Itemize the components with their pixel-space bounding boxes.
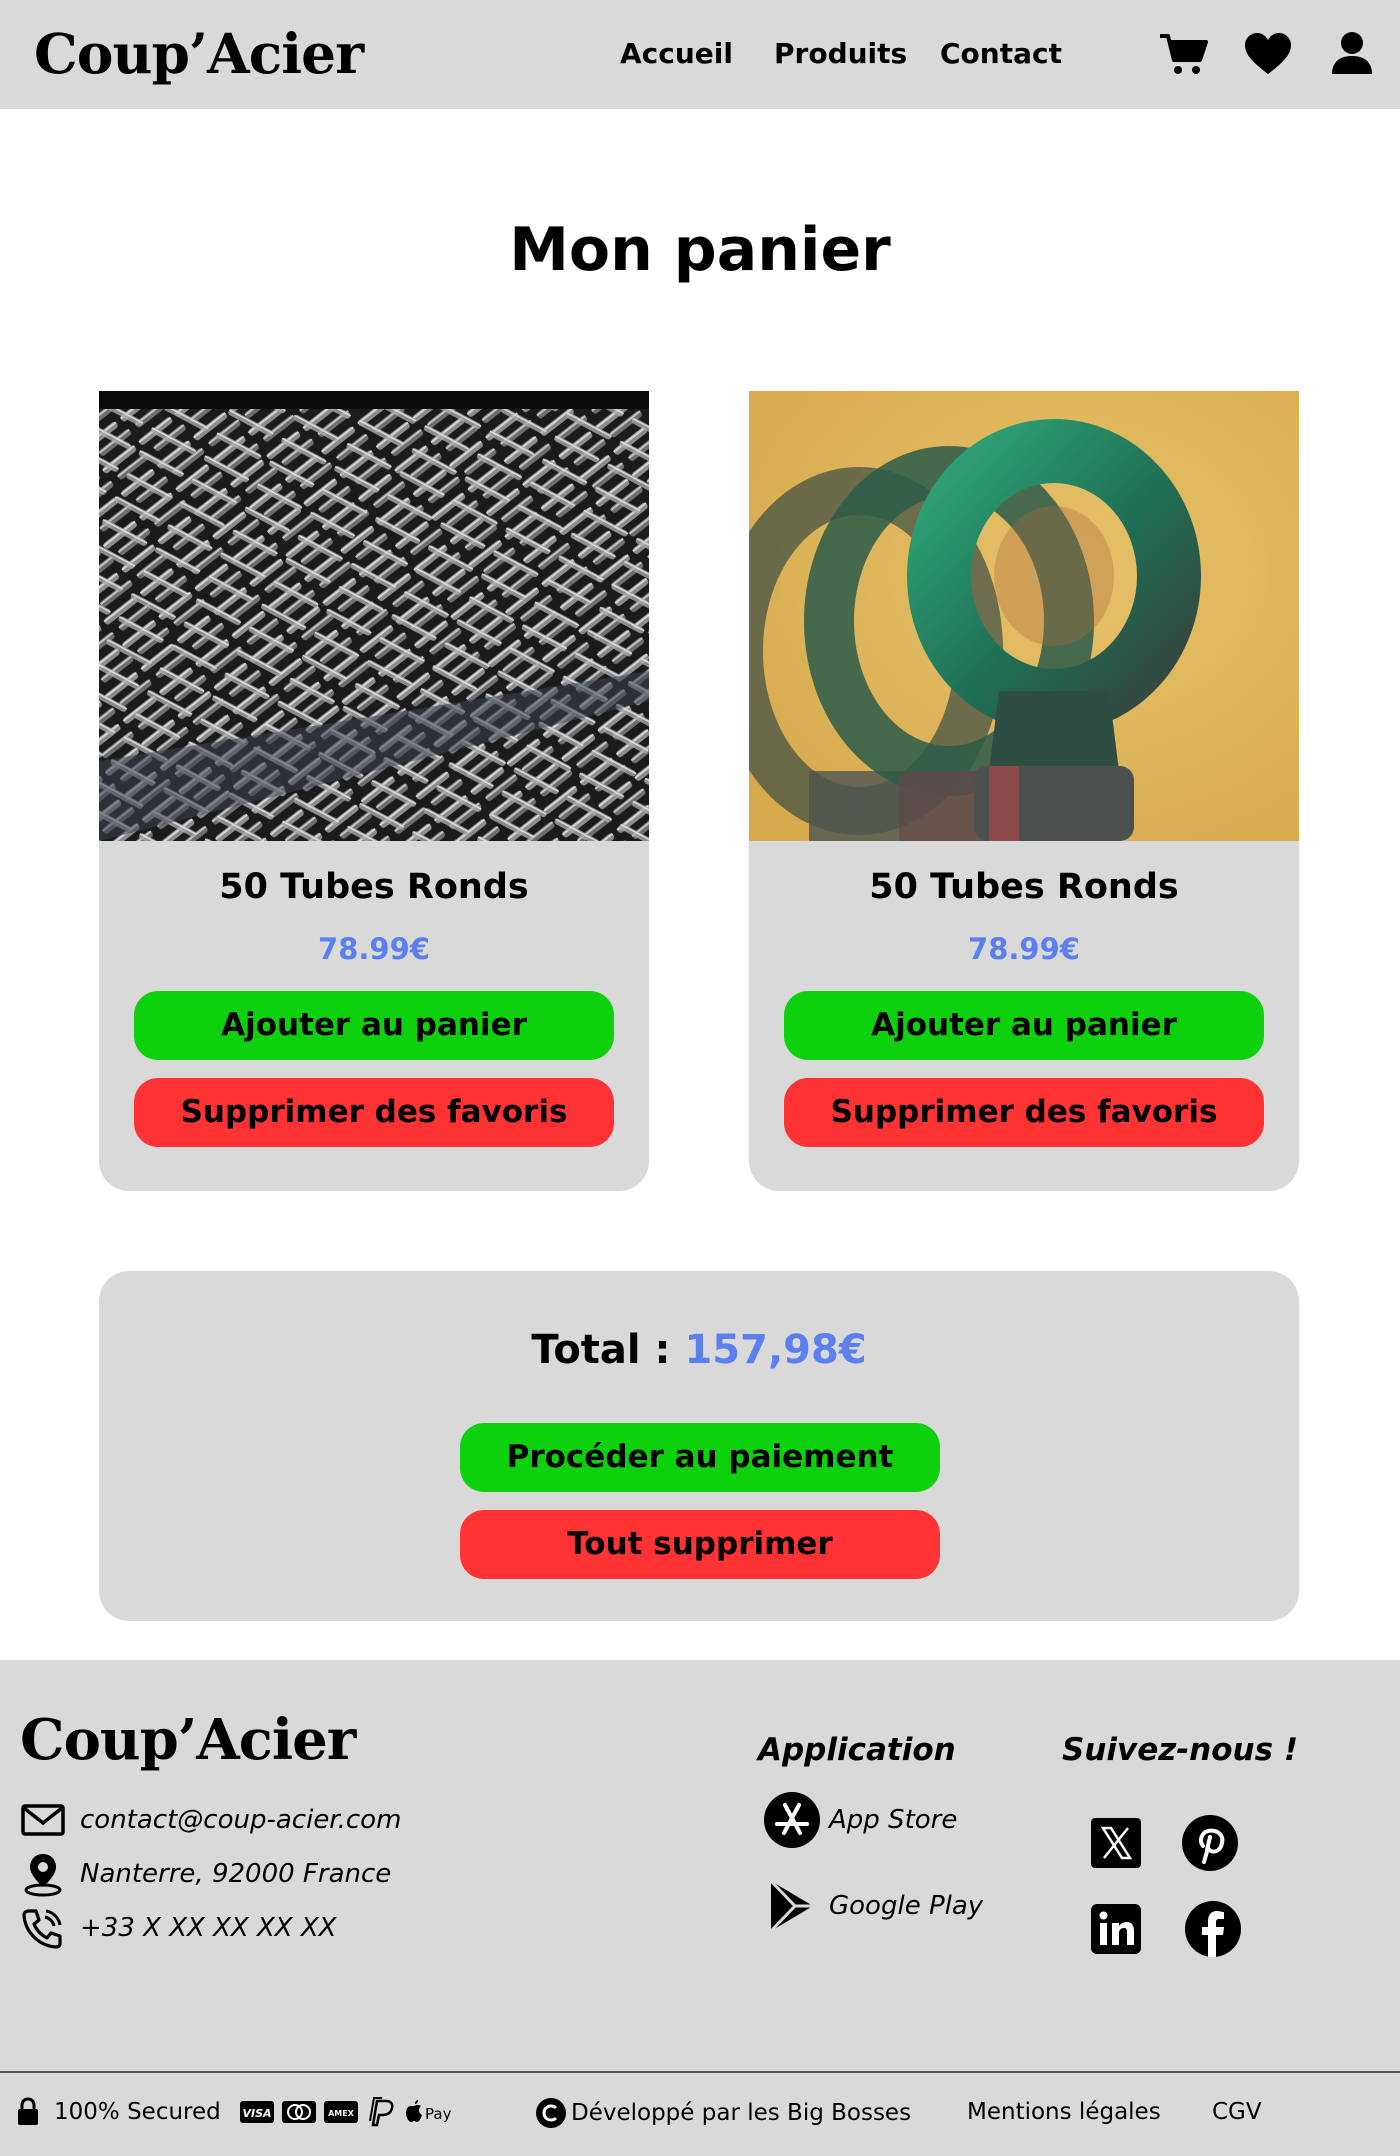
secured-label: 100% Secured (54, 2099, 221, 2125)
product-price: 78.99€ (968, 932, 1080, 966)
clear-cart-button[interactable]: Tout supprimer (460, 1510, 940, 1579)
product-price: 78.99€ (318, 932, 430, 966)
phone-icon (20, 1905, 66, 1951)
developer-credit: Développé par les Big Bosses (535, 2097, 911, 2129)
remove-favorite-button[interactable]: Supprimer des favoris (784, 1078, 1264, 1147)
google-play-label: Google Play (829, 1891, 984, 1921)
lock-icon (18, 2097, 38, 2125)
add-to-cart-button[interactable]: Ajouter au panier (784, 991, 1264, 1060)
location-pin-icon (20, 1851, 66, 1897)
google-play-icon (763, 1877, 821, 1935)
paypal-icon (368, 2097, 394, 2127)
facebook-icon[interactable] (1184, 1900, 1242, 1958)
cart-icon[interactable] (1158, 28, 1210, 80)
svg-text:Pay: Pay (425, 2105, 452, 2123)
mail-icon (20, 1797, 66, 1843)
product-image-eyebolts[interactable] (749, 391, 1299, 841)
nav-link-contact[interactable]: Contact (940, 36, 1062, 72)
site-header: Coup’Acier Accueil Produits Contact (0, 0, 1400, 109)
user-icon[interactable] (1326, 28, 1378, 80)
nav-link-produits[interactable]: Produits (774, 36, 907, 72)
brand-logo[interactable]: Coup’Acier (34, 22, 364, 86)
visa-icon: VISA (239, 2101, 274, 2123)
total-value: 157,98€ (684, 1327, 867, 1373)
footer-phone-text: +33 X XX XX XX XX (80, 1913, 337, 1943)
cart-item-card: 50 Tubes Ronds 78.99€ Ajouter au panier … (749, 391, 1299, 1191)
svg-text:AMEX: AMEX (328, 2109, 355, 2118)
social-heading: Suivez-nous ! (1062, 1732, 1298, 1768)
app-store-link[interactable]: App Store (763, 1790, 957, 1850)
site-footer: Coup’Acier contact@coup-acier.com Nanter… (0, 1660, 1400, 2156)
app-heading: Application (758, 1732, 956, 1768)
cart-summary: Total : 157,98€ Procéder au paiement Tou… (99, 1271, 1299, 1621)
footer-email[interactable]: contact@coup-acier.com (20, 1798, 401, 1842)
mastercard-icon (281, 2101, 316, 2123)
page-title: Mon panier (505, 210, 895, 290)
footer-email-text: contact@coup-acier.com (80, 1805, 402, 1835)
product-name: 50 Tubes Ronds (869, 867, 1179, 907)
footer-bottom-bar: 100% Secured VISA AMEX Pay Développé par… (0, 2073, 1400, 2156)
copyright-icon (536, 2098, 566, 2128)
apple-pay-icon: Pay (405, 2100, 452, 2123)
add-to-cart-button[interactable]: Ajouter au panier (134, 991, 614, 1060)
remove-favorite-button[interactable]: Supprimer des favoris (134, 1078, 614, 1147)
app-store-label: App Store (829, 1805, 958, 1835)
nav-link-accueil[interactable]: Accueil (620, 36, 733, 72)
product-name: 50 Tubes Ronds (219, 867, 529, 907)
amex-icon: AMEX (323, 2101, 358, 2123)
footer-location-text: Nanterre, 92000 France (80, 1859, 392, 1889)
heart-icon[interactable] (1242, 28, 1294, 80)
footer-phone[interactable]: +33 X XX XX XX XX (20, 1906, 337, 1950)
total-label: Total : (531, 1327, 685, 1373)
footer-location: Nanterre, 92000 France (20, 1851, 392, 1897)
footer-logo: Coup’Acier (20, 1707, 356, 1773)
secured-payment: 100% Secured VISA AMEX Pay (16, 2097, 453, 2127)
cart-item-card: 50 Tubes Ronds 78.99€ Ajouter au panier … (99, 391, 649, 1191)
checkout-button[interactable]: Procéder au paiement (460, 1423, 940, 1492)
svg-text:VISA: VISA (242, 2107, 271, 2120)
x-icon[interactable] (1087, 1814, 1145, 1872)
app-store-icon (763, 1791, 821, 1849)
cgv-link[interactable]: CGV (1212, 2097, 1262, 2127)
pinterest-icon[interactable] (1181, 1814, 1239, 1872)
total-line: Total : 157,98€ (99, 1325, 1299, 1375)
developer-credit-text: Développé par les Big Bosses (571, 2100, 912, 2126)
product-image-tubes[interactable] (99, 391, 649, 841)
page-title-wrap: Mon panier (0, 210, 1400, 290)
legal-notice-link[interactable]: Mentions légales (967, 2097, 1161, 2127)
linkedin-icon[interactable] (1087, 1900, 1145, 1958)
google-play-link[interactable]: Google Play (763, 1876, 983, 1936)
